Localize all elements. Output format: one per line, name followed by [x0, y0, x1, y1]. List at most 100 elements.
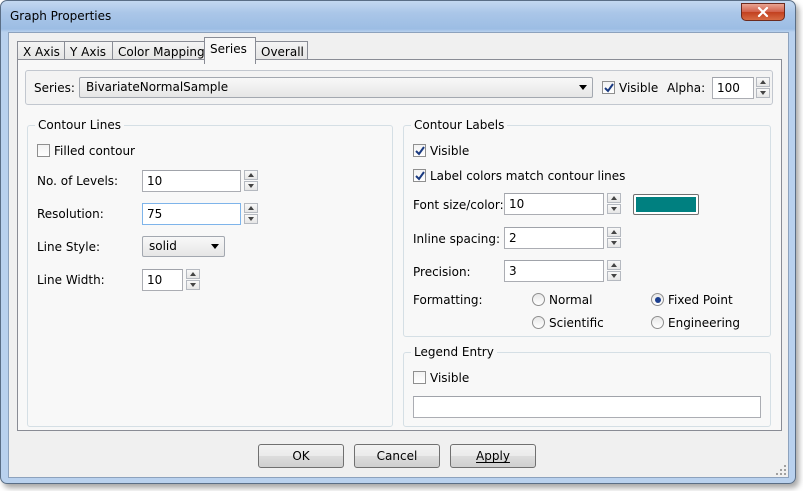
- format-normal-label: Normal: [549, 293, 593, 307]
- contour-lines-title: Contour Lines: [35, 118, 124, 132]
- legend-visible-checkbox[interactable]: [413, 371, 426, 384]
- alpha-input[interactable]: 100: [712, 77, 754, 99]
- spin-up-button[interactable]: [607, 227, 621, 237]
- alpha-spinner[interactable]: [756, 77, 770, 99]
- levels-label: No. of Levels:: [37, 174, 119, 188]
- label-color-swatch[interactable]: [633, 194, 699, 215]
- spin-down-button[interactable]: [607, 238, 621, 248]
- spin-up-button[interactable]: [607, 193, 621, 203]
- graph-properties-window: Graph Properties X Axis Y Axis Color Map…: [0, 0, 796, 484]
- color-fill: [636, 197, 696, 212]
- contour-labels-title: Contour Labels: [411, 118, 508, 132]
- tab-series[interactable]: Series: [204, 37, 256, 64]
- spin-down-button[interactable]: [244, 181, 258, 191]
- spin-down-button[interactable]: [756, 88, 770, 98]
- ok-button[interactable]: OK: [258, 444, 344, 468]
- arrow-up-icon: [611, 230, 617, 234]
- title-bar[interactable]: Graph Properties: [1, 1, 795, 31]
- series-select-value: BivariateNormalSample: [86, 80, 229, 94]
- font-size-input[interactable]: 10: [504, 193, 604, 215]
- apply-button[interactable]: Apply: [450, 444, 536, 468]
- resolution-spinner[interactable]: [244, 203, 258, 225]
- line-width-spinner[interactable]: [186, 269, 200, 291]
- line-style-label: Line Style:: [37, 240, 101, 254]
- legend-visible-label: Visible: [430, 371, 470, 385]
- chevron-down-icon: [579, 85, 587, 90]
- close-icon: [757, 7, 769, 17]
- cancel-button[interactable]: Cancel: [354, 444, 440, 468]
- resolution-label: Resolution:: [37, 207, 104, 221]
- arrow-up-icon: [248, 206, 254, 210]
- arrow-down-icon: [611, 207, 617, 211]
- resize-grip-icon[interactable]: [776, 465, 786, 475]
- arrow-up-icon: [760, 80, 766, 84]
- labels-visible-label: Visible: [430, 144, 470, 158]
- legend-text-input[interactable]: [413, 396, 761, 418]
- arrow-down-icon: [190, 283, 196, 287]
- chevron-down-icon: [211, 244, 219, 249]
- line-style-value: solid: [149, 239, 177, 253]
- format-scientific-label: Scientific: [549, 316, 604, 330]
- tab-label: X Axis: [23, 45, 60, 59]
- spin-up-button[interactable]: [244, 170, 258, 180]
- format-engineering-radio[interactable]: [651, 316, 664, 329]
- spin-down-button[interactable]: [186, 280, 200, 290]
- levels-value: 10: [147, 174, 163, 188]
- label-colors-match-checkbox[interactable]: [413, 169, 426, 182]
- ok-label: OK: [292, 449, 310, 463]
- arrow-down-icon: [760, 91, 766, 95]
- inline-spacing-value: 2: [509, 231, 517, 245]
- arrow-up-icon: [611, 263, 617, 267]
- series-selector-bar: Series: BivariateNormalSample Visible Al…: [25, 70, 773, 105]
- precision-input[interactable]: 3: [504, 260, 604, 282]
- label-colors-match-label: Label colors match contour lines: [430, 169, 626, 183]
- spin-down-button[interactable]: [607, 204, 621, 214]
- font-size-value: 10: [509, 197, 525, 211]
- line-width-value: 10: [147, 273, 163, 287]
- format-engineering-label: Engineering: [668, 316, 740, 330]
- alpha-label: Alpha:: [667, 81, 706, 95]
- levels-input[interactable]: 10: [142, 170, 241, 192]
- series-visible-label: Visible: [619, 81, 659, 95]
- inline-spacing-spinner[interactable]: [607, 227, 621, 249]
- precision-label: Precision:: [413, 265, 471, 279]
- filled-contour-checkbox[interactable]: [37, 144, 50, 157]
- format-scientific-radio[interactable]: [532, 316, 545, 329]
- tab-label: Y Axis: [70, 45, 107, 59]
- arrow-down-icon: [248, 184, 254, 188]
- spin-down-button[interactable]: [244, 214, 258, 224]
- cancel-label: Cancel: [376, 449, 418, 463]
- spin-up-button[interactable]: [244, 203, 258, 213]
- line-style-select[interactable]: solid: [142, 236, 225, 257]
- window-title: Graph Properties: [10, 9, 112, 23]
- inline-spacing-input[interactable]: 2: [504, 227, 604, 249]
- precision-value: 3: [509, 264, 517, 278]
- series-tab-panel: Series: BivariateNormalSample Visible Al…: [17, 59, 782, 431]
- format-fixed-point-radio[interactable]: [651, 293, 664, 306]
- check-icon: [414, 145, 425, 156]
- radio-dot: [654, 296, 661, 303]
- close-button[interactable]: [741, 3, 785, 21]
- formatting-label: Formatting:: [413, 293, 483, 307]
- spin-up-button[interactable]: [756, 77, 770, 87]
- series-select[interactable]: BivariateNormalSample: [79, 77, 593, 98]
- contour-lines-group: Contour Lines Filled contour No. of Leve…: [27, 118, 393, 427]
- series-visible-checkbox[interactable]: [602, 81, 615, 94]
- line-width-label: Line Width:: [37, 273, 105, 287]
- font-size-spinner[interactable]: [607, 193, 621, 215]
- font-size-color-label: Font size/color:: [413, 198, 504, 212]
- spin-down-button[interactable]: [607, 271, 621, 281]
- levels-spinner[interactable]: [244, 170, 258, 192]
- labels-visible-checkbox[interactable]: [413, 144, 426, 157]
- resolution-input[interactable]: 75: [142, 203, 241, 225]
- spin-up-button[interactable]: [607, 260, 621, 270]
- line-width-input[interactable]: 10: [142, 269, 183, 291]
- precision-spinner[interactable]: [607, 260, 621, 282]
- spin-up-button[interactable]: [186, 269, 200, 279]
- inline-spacing-label: Inline spacing:: [413, 232, 501, 246]
- arrow-down-icon: [611, 241, 617, 245]
- resolution-value: 75: [147, 207, 163, 221]
- check-icon: [603, 82, 614, 93]
- check-icon: [414, 170, 425, 181]
- format-normal-radio[interactable]: [532, 293, 545, 306]
